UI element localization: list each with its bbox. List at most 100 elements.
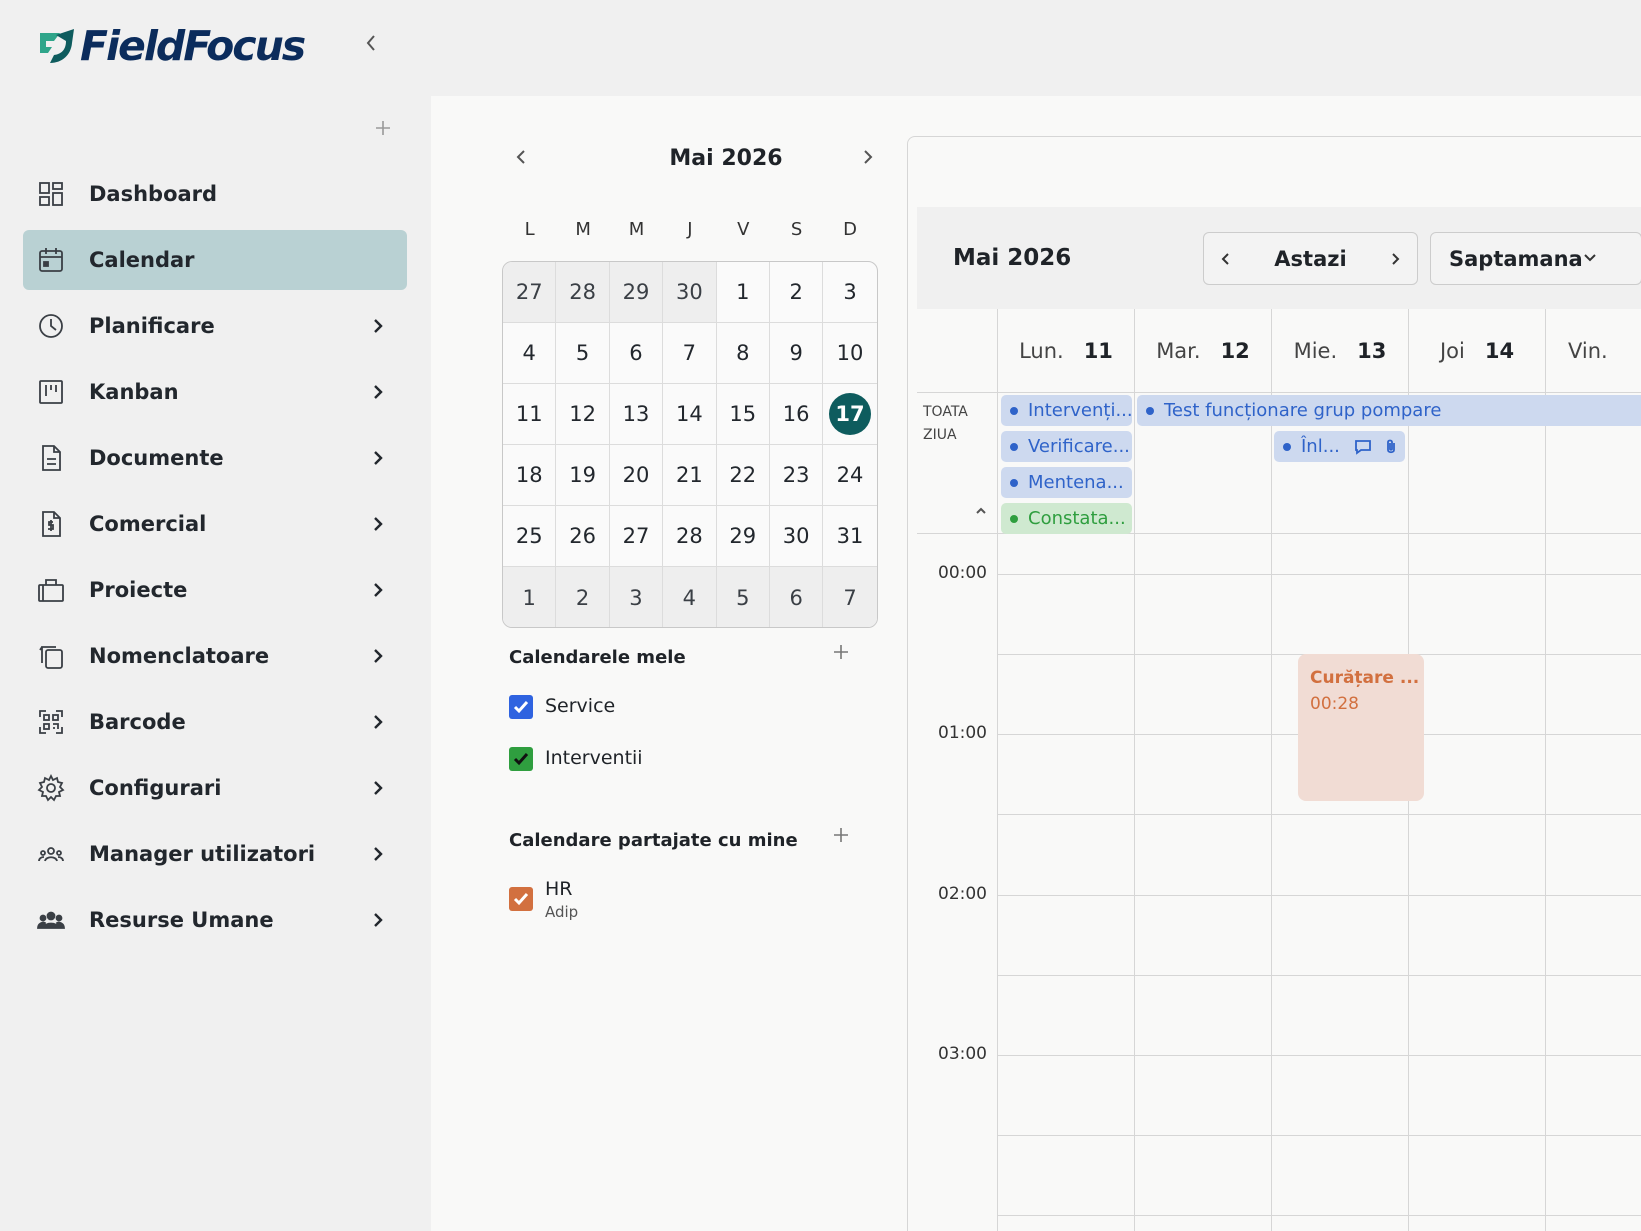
mini-calendar-day[interactable]: 29 (717, 506, 770, 566)
collapse-all-day-button[interactable] (974, 503, 990, 519)
mini-calendar-day[interactable]: 3 (609, 567, 664, 627)
mini-calendar-day[interactable]: 31 (823, 506, 876, 566)
add-button[interactable] (372, 117, 394, 139)
mini-calendar-day[interactable]: 2 (556, 567, 610, 627)
mini-calendar-day[interactable]: 3 (823, 262, 876, 322)
comment-icon (1354, 439, 1371, 455)
plus-icon (834, 645, 848, 659)
day-header[interactable]: Mie. 13 (1271, 309, 1408, 393)
nav-item-documente[interactable]: Documente (23, 428, 407, 488)
brand-logo[interactable]: FieldFocus (38, 22, 306, 70)
logo-mark-icon (40, 29, 74, 63)
mini-calendar-day[interactable]: 13 (610, 384, 664, 444)
mini-calendar-day[interactable]: 29 (609, 262, 664, 322)
mini-calendar-day[interactable]: 5 (556, 323, 610, 383)
half-hour-line (998, 814, 1641, 815)
day-header[interactable]: Joi 14 (1408, 309, 1545, 393)
nav-item-resurse-umane[interactable]: Resurse Umane (23, 890, 407, 950)
mini-calendar-day[interactable]: 4 (503, 323, 557, 383)
mini-calendar-day[interactable]: 28 (556, 262, 610, 322)
nav-item-calendar[interactable]: Calendar (23, 230, 407, 290)
mini-calendar-day[interactable]: 7 (823, 567, 877, 627)
all-day-event[interactable]: Mentena... (1001, 467, 1132, 498)
all-day-event[interactable]: Intervenți... (1001, 395, 1132, 426)
mini-calendar-day[interactable]: 5 (716, 567, 770, 627)
nav-item-dashboard[interactable]: Dashboard (23, 164, 407, 224)
day-name: Vin. (1568, 339, 1608, 363)
mini-calendar-day[interactable]: 27 (610, 506, 664, 566)
prev-week-button[interactable] (1204, 234, 1248, 284)
day-header[interactable]: Lun. 11 (997, 309, 1134, 393)
users-icon (36, 839, 66, 869)
today-button[interactable]: Astazi (1248, 247, 1373, 271)
mini-calendar-day[interactable]: 10 (823, 323, 876, 383)
mini-calendar-day[interactable]: 22 (717, 445, 770, 505)
mini-calendar-day[interactable]: 17 (823, 384, 876, 444)
brand-name: FieldFocus (80, 22, 306, 70)
checkbox-hr[interactable] (509, 887, 533, 911)
nav-label: Documente (89, 446, 224, 470)
calendar-item-service[interactable]: Service (509, 693, 615, 719)
next-week-button[interactable] (1373, 234, 1417, 284)
chevron-right-icon (368, 380, 388, 404)
collapse-sidebar-button[interactable] (359, 32, 383, 60)
mini-calendar-day[interactable]: 30 (663, 262, 717, 322)
mini-calendar-day[interactable]: 14 (663, 384, 717, 444)
mini-calendar-day[interactable]: 15 (717, 384, 770, 444)
nav-item-comercial[interactable]: Comercial (23, 494, 407, 554)
mini-calendar-day[interactable]: 4 (663, 567, 717, 627)
plus-icon (834, 828, 848, 842)
nav-item-nomenclatoare[interactable]: Nomenclatoare (23, 626, 407, 686)
mini-calendar-day[interactable]: 16 (770, 384, 824, 444)
mini-calendar-day[interactable]: 9 (770, 323, 824, 383)
mini-calendar-day[interactable]: 1 (503, 567, 557, 627)
mini-calendar-day[interactable]: 21 (663, 445, 717, 505)
add-shared-calendar-button[interactable] (831, 825, 851, 845)
all-day-event[interactable]: Verificare... (1001, 431, 1132, 462)
nav-item-manager-utilizatori[interactable]: Manager utilizatori (23, 824, 407, 884)
view-mode-select[interactable]: Saptamana (1430, 232, 1641, 285)
checkbox-service[interactable] (509, 695, 533, 719)
mini-calendar-day[interactable]: 6 (610, 323, 664, 383)
add-calendar-button[interactable] (831, 642, 851, 662)
all-day-event[interactable]: Constata... (1001, 503, 1132, 534)
chevron-right-icon (1392, 252, 1400, 265)
calendar-item-hr[interactable]: HR Adip (509, 876, 578, 921)
all-day-label: TOATA ZIUA (923, 401, 968, 447)
mini-calendar-day[interactable]: 23 (770, 445, 824, 505)
column-divider (1545, 534, 1546, 1231)
all-day-event[interactable]: Înl... (1274, 431, 1405, 462)
column-divider (1134, 534, 1135, 1231)
mini-calendar-day[interactable]: 8 (717, 323, 770, 383)
mini-calendar-day[interactable]: 6 (769, 567, 824, 627)
nav-item-kanban[interactable]: Kanban (23, 362, 407, 422)
all-day-event[interactable]: Test funcționare grup pompare (1137, 395, 1641, 426)
mini-calendar-day[interactable]: 11 (503, 384, 557, 444)
nav-item-barcode[interactable]: Barcode (23, 692, 407, 752)
checkbox-interventii[interactable] (509, 747, 533, 771)
mini-calendar-prev-button[interactable] (511, 146, 535, 170)
timed-event[interactable]: Curățare ... 00:28 (1298, 654, 1424, 801)
nav-item-planificare[interactable]: Planificare (23, 296, 407, 356)
mini-calendar-day[interactable]: 18 (503, 445, 557, 505)
nav-item-proiecte[interactable]: Proiecte (23, 560, 407, 620)
day-header[interactable]: Mar. 12 (1134, 309, 1271, 393)
mini-calendar-day[interactable]: 25 (503, 506, 557, 566)
mini-calendar-day[interactable]: 19 (556, 445, 610, 505)
day-name: Mar. (1156, 339, 1201, 363)
mini-calendar-day[interactable]: 28 (663, 506, 717, 566)
calendar-item-interventii[interactable]: Interventii (509, 745, 643, 771)
mini-calendar-next-button[interactable] (856, 146, 880, 170)
mini-calendar-day[interactable]: 12 (556, 384, 610, 444)
mini-calendar-day[interactable]: 24 (823, 445, 876, 505)
nav-item-configurari[interactable]: Configurari (23, 758, 407, 818)
mini-calendar-day[interactable]: 1 (717, 262, 770, 322)
nav-label: Kanban (89, 380, 179, 404)
mini-calendar-day[interactable]: 27 (503, 262, 557, 322)
mini-calendar-day[interactable]: 20 (610, 445, 664, 505)
day-header[interactable]: Vin. (1545, 309, 1641, 393)
mini-calendar-day[interactable]: 7 (663, 323, 717, 383)
mini-calendar-day[interactable]: 2 (770, 262, 824, 322)
mini-calendar-day[interactable]: 26 (556, 506, 610, 566)
mini-calendar-day[interactable]: 30 (770, 506, 824, 566)
